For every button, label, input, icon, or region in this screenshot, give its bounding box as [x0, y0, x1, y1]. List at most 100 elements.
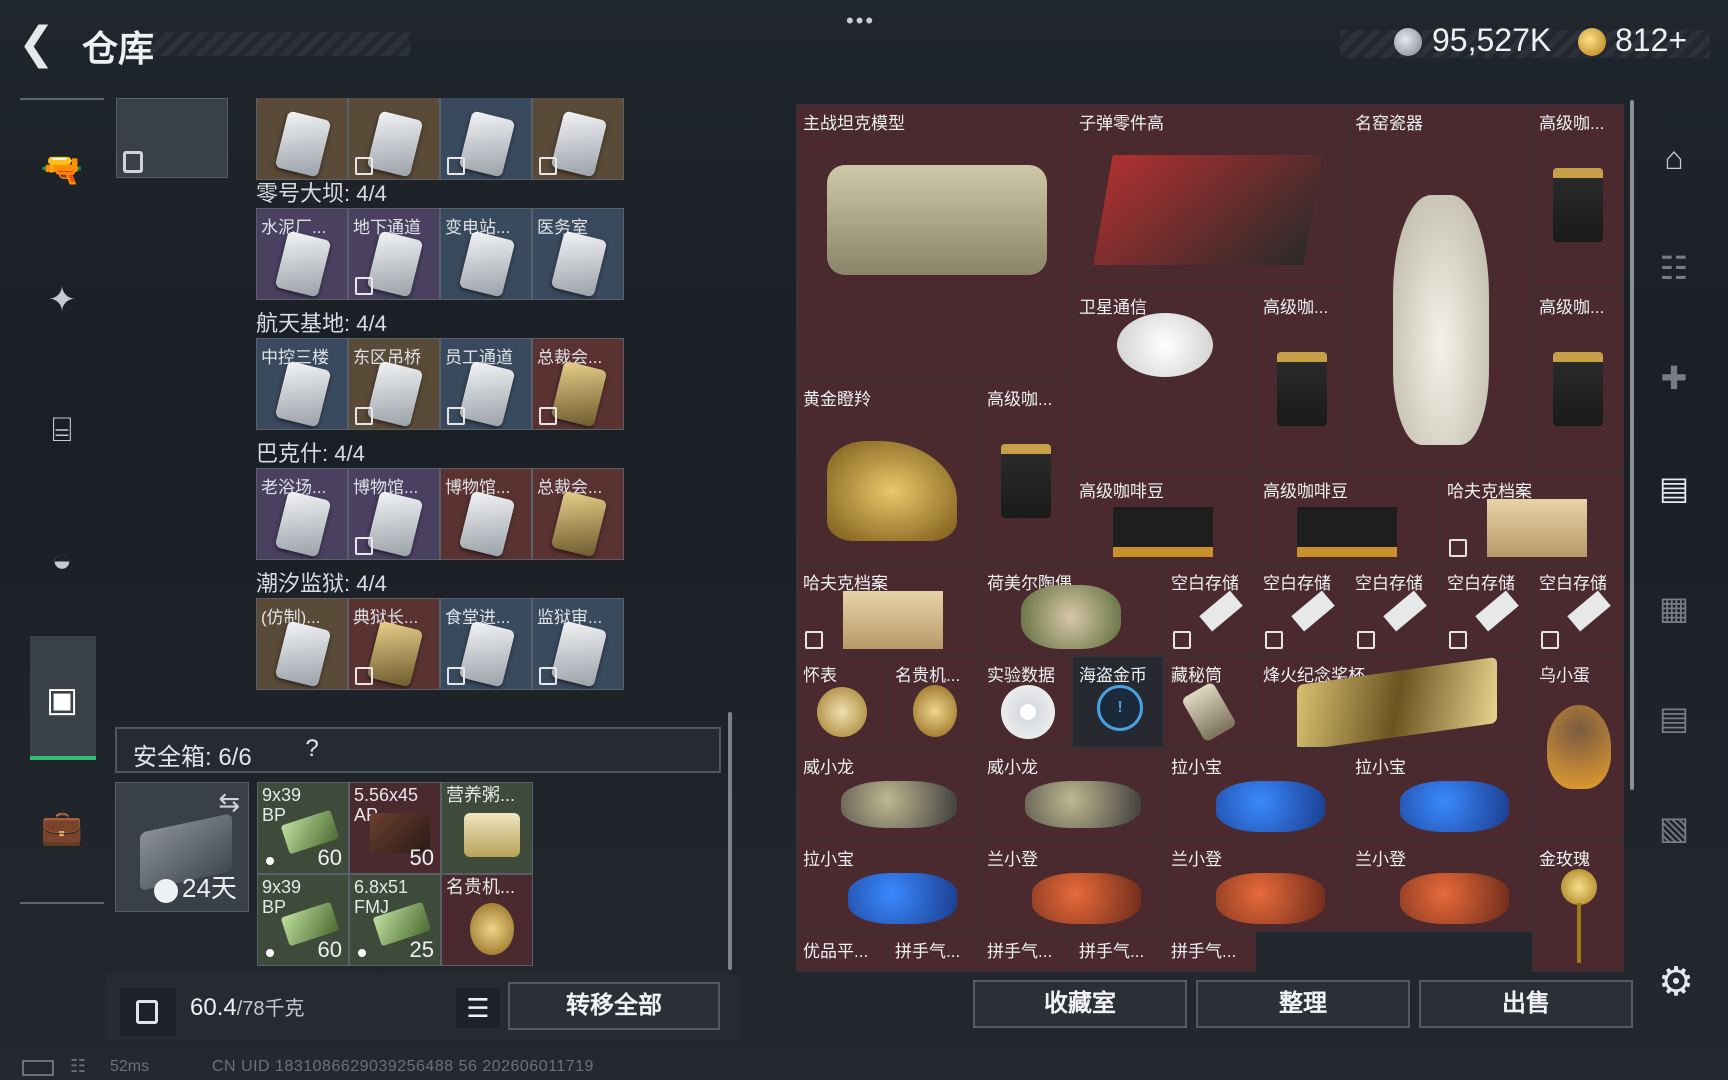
key-card[interactable]: 食堂进...: [440, 598, 532, 690]
ammo-slot[interactable]: 6.8x51 FMJ 25: [349, 874, 441, 966]
collection-room-button[interactable]: 收藏室: [973, 980, 1187, 1028]
item-coffee-beans[interactable]: 高级咖啡豆: [1072, 472, 1256, 564]
item-satellite[interactable]: 卫星通信: [1072, 288, 1256, 472]
item-hidden-tube[interactable]: 藏秘筒: [1164, 656, 1256, 748]
item-plush[interactable]: 兰小登: [980, 840, 1164, 932]
ammo-slot[interactable]: 5.56x45 AP 50: [349, 782, 441, 874]
tier-five-camera-icon[interactable]: ▤: [1648, 464, 1700, 512]
item-gold-rose[interactable]: 金玫瑰: [1532, 840, 1624, 972]
more-menu-icon[interactable]: •••: [846, 8, 875, 34]
item-plush[interactable]: 拉小宝: [1348, 748, 1532, 840]
item-coffee[interactable]: 高级咖...: [980, 380, 1072, 564]
key-card[interactable]: 博物馆...: [440, 468, 532, 560]
settings-gear-icon[interactable]: ⚙: [1650, 958, 1702, 1006]
item-partial[interactable]: 拼手气...: [980, 932, 1072, 972]
item-bullet-parts[interactable]: 子弹零件高: [1072, 104, 1348, 288]
key-card[interactable]: [348, 98, 440, 180]
key-card[interactable]: [256, 98, 348, 180]
key-card[interactable]: 博物馆...: [348, 468, 440, 560]
key-card[interactable]: [532, 98, 624, 180]
ammo-slot[interactable]: 9x39 BP 60: [257, 782, 349, 874]
item-pocket-watch[interactable]: 怀表: [796, 656, 888, 748]
item-plush[interactable]: 兰小登: [1348, 840, 1532, 932]
item-plush[interactable]: 拉小宝: [796, 840, 980, 932]
backpack-icon[interactable]: ⌸: [38, 406, 86, 454]
item-blank-storage[interactable]: 空白存储: [1348, 564, 1440, 656]
key-card[interactable]: 医务室: [532, 208, 624, 300]
item-count: 60: [317, 845, 342, 870]
item-partial[interactable]: 拼手气...: [1164, 932, 1256, 972]
key-card[interactable]: 典狱长...: [348, 598, 440, 690]
no-trade-icon: [1265, 631, 1283, 649]
tier-three-box-icon[interactable]: ▦: [1648, 584, 1700, 632]
key-card[interactable]: (仿制)...: [256, 598, 348, 690]
left-scrollbar[interactable]: [728, 712, 732, 970]
item-blank-storage[interactable]: 空白存储: [1532, 564, 1624, 656]
tier-four-medic-icon[interactable]: ✚: [1648, 354, 1700, 402]
key-card[interactable]: 总裁会...: [532, 338, 624, 430]
key-card[interactable]: 地下通道: [348, 208, 440, 300]
tier-three-tool-icon[interactable]: ▧: [1648, 804, 1700, 852]
currency-gold-amount[interactable]: 812+: [1615, 22, 1687, 59]
item-hafk-archive[interactable]: 哈夫克档案: [796, 564, 980, 656]
locked-slot[interactable]: [116, 98, 228, 178]
key-card[interactable]: 员工通道: [440, 338, 532, 430]
helmet-icon[interactable]: ◒: [38, 536, 86, 584]
sort-button[interactable]: 整理: [1196, 980, 1410, 1028]
tier-four-folder-icon[interactable]: ☷: [1648, 244, 1700, 292]
item-partial[interactable]: 优品平...: [796, 932, 888, 972]
key-card[interactable]: 监狱审...: [532, 598, 624, 690]
watch-slot[interactable]: 名贵机...: [441, 874, 533, 966]
help-icon[interactable]: ?: [297, 735, 327, 765]
item-partial[interactable]: 拼手气...: [888, 932, 980, 972]
item-lab-data[interactable]: 实验数据: [980, 656, 1072, 748]
item-blank-storage[interactable]: 空白存储: [1256, 564, 1348, 656]
key-card[interactable]: [440, 98, 532, 180]
item-hafk-archive[interactable]: 哈夫克档案: [1440, 472, 1624, 564]
ammo-slot[interactable]: 9x39 BP 60: [257, 874, 349, 966]
sell-button[interactable]: 出售: [1419, 980, 1633, 1028]
item-plush[interactable]: 威小龙: [796, 748, 980, 840]
item-porcelain[interactable]: 名窑瓷器: [1348, 104, 1532, 472]
swap-icon[interactable]: ⇆: [218, 787, 240, 818]
vault-icon[interactable]: ⌂: [1648, 134, 1700, 182]
item-coffee-beans[interactable]: 高级咖啡豆: [1256, 472, 1440, 564]
item-blank-storage[interactable]: 空白存储: [1164, 564, 1256, 656]
item-tank-model[interactable]: 主战坦克模型: [796, 104, 1072, 380]
briefcase-icon[interactable]: 💼: [38, 804, 86, 852]
no-trade-icon: [355, 407, 373, 425]
transfer-all-button[interactable]: 转移全部: [508, 982, 720, 1030]
food-slot[interactable]: 营养粥...: [441, 782, 533, 874]
item-gold-gazelle[interactable]: 黄金瞪羚: [796, 380, 980, 564]
key-card[interactable]: 中控三楼: [256, 338, 348, 430]
item-coffee[interactable]: 高级咖...: [1256, 288, 1348, 472]
item-coffee[interactable]: 高级咖...: [1532, 104, 1624, 288]
armor-vest-icon[interactable]: ✦: [38, 276, 86, 324]
safe-case-slot[interactable]: ⇆ 24天: [115, 782, 249, 912]
lock-button[interactable]: [120, 988, 176, 1036]
weapon-icon[interactable]: 🔫: [38, 146, 86, 194]
item-trophy[interactable]: 烽火纪念奖杯: [1256, 656, 1532, 748]
item-plush[interactable]: 拉小宝: [1164, 748, 1348, 840]
key-card[interactable]: 总裁会...: [532, 468, 624, 560]
item-blank-storage[interactable]: 空白存储: [1440, 564, 1532, 656]
item-plush[interactable]: 威小龙: [980, 748, 1164, 840]
right-scrollbar[interactable]: [1630, 100, 1634, 790]
item-name: 拼手气...: [1171, 942, 1237, 961]
back-arrow-icon[interactable]: ❮: [18, 22, 62, 66]
key-card[interactable]: 东区吊桥: [348, 338, 440, 430]
item-wu-egg[interactable]: 乌小蛋: [1532, 656, 1624, 840]
item-plush[interactable]: 兰小登: [1164, 840, 1348, 932]
key-card[interactable]: 老浴场...: [256, 468, 348, 560]
item-luxury-watch[interactable]: 名贵机...: [888, 656, 980, 748]
item-ceramic-doll[interactable]: 荷美尔陶偶: [980, 564, 1164, 656]
item-partial[interactable]: 拼手气...: [1072, 932, 1164, 972]
key-card[interactable]: 变电站...: [440, 208, 532, 300]
container-icon[interactable]: ▣: [38, 676, 86, 724]
item-coffee[interactable]: 高级咖...: [1532, 288, 1624, 472]
key-card[interactable]: 水泥厂...: [256, 208, 348, 300]
list-view-icon[interactable]: ☰: [456, 988, 500, 1028]
tier-four-camera-icon[interactable]: ▤: [1648, 694, 1700, 742]
user-id: CN UID 1831086629039256488 56 2026060117…: [212, 1058, 594, 1075]
item-pirate-coin[interactable]: 海盗金币!: [1072, 656, 1164, 748]
